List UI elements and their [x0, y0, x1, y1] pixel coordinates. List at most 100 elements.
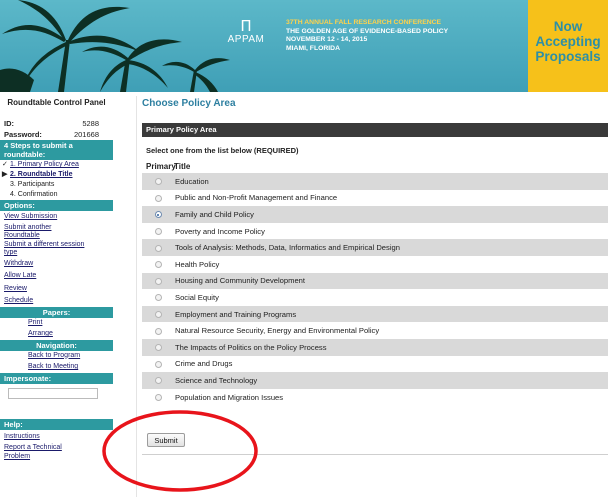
radio-cell — [142, 305, 174, 323]
policy-area-radio[interactable] — [154, 261, 162, 269]
policy-area-table: Education Public and Non-Profit Managemen… — [142, 173, 608, 406]
options-header: Options: — [0, 200, 113, 211]
policy-area-row[interactable]: Population and Migration Issues — [142, 388, 608, 406]
policy-area-label: The Impacts of Politics on the Policy Pr… — [174, 338, 608, 356]
policy-area-radio[interactable] — [154, 360, 162, 368]
submit-different-session-link[interactable]: Submit a different session type — [0, 241, 90, 258]
conference-dates: NOVEMBER 12 - 14, 2015 — [286, 36, 368, 43]
policy-area-radio[interactable] — [154, 394, 162, 402]
callout-line: Proposals — [535, 49, 601, 64]
papers-header: Papers: — [0, 306, 113, 318]
radio-cell — [142, 355, 174, 373]
page-title: Choose Policy Area — [142, 98, 236, 109]
callout-line: Accepting — [535, 34, 601, 49]
step-label-confirmation: 4. Confirmation — [10, 191, 58, 199]
password-row: Password: 201668 — [0, 129, 113, 140]
policy-area-row[interactable]: Poverty and Income Policy — [142, 222, 608, 240]
step-link-roundtable-title[interactable]: 2. Roundtable Title — [10, 170, 73, 180]
policy-area-label: Education — [174, 173, 608, 190]
policy-area-radio[interactable] — [154, 244, 162, 252]
policy-area-row[interactable]: Employment and Training Programs — [142, 305, 608, 323]
main-content: Choose Policy Area Primary Policy Area S… — [142, 96, 608, 497]
print-link[interactable]: Print — [0, 319, 113, 328]
password-value: 201668 — [73, 130, 99, 139]
policy-area-label: Housing and Community Development — [174, 272, 608, 290]
policy-area-label: Public and Non-Profit Management and Fin… — [174, 189, 608, 207]
policy-area-radio[interactable] — [154, 178, 162, 186]
step-item-roundtable-title[interactable]: ▶ 2. Roundtable Title — [0, 170, 113, 180]
policy-area-row[interactable]: Family and Child Policy — [142, 206, 608, 223]
back-to-program-link[interactable]: Back to Program — [0, 352, 113, 361]
withdraw-link[interactable]: Withdraw — [0, 260, 113, 269]
section-divider — [142, 454, 608, 455]
policy-area-label: Tools of Analysis: Methods, Data, Inform… — [174, 239, 608, 256]
radio-cell — [142, 189, 174, 207]
policy-area-row[interactable]: Crime and Drugs — [142, 355, 608, 373]
allow-late-link[interactable]: Allow Late — [0, 272, 113, 281]
step-item-confirmation: 4. Confirmation — [0, 190, 113, 200]
id-label: ID: — [4, 119, 14, 128]
policy-area-row[interactable]: Health Policy — [142, 255, 608, 273]
policy-area-radio[interactable] — [154, 228, 162, 236]
policy-area-radio[interactable] — [154, 344, 162, 352]
step-item-policy-area[interactable]: ✓ 1. Primary Policy Area — [0, 160, 113, 170]
id-value: 5288 — [82, 119, 99, 128]
schedule-link[interactable]: Schedule — [0, 297, 113, 306]
radio-cell — [142, 322, 174, 339]
radio-cell — [142, 239, 174, 256]
policy-area-row[interactable]: The Impacts of Politics on the Policy Pr… — [142, 338, 608, 356]
impersonate-input[interactable] — [8, 387, 98, 399]
policy-area-label: Natural Resource Security, Energy and En… — [174, 322, 608, 339]
policy-area-label: Crime and Drugs — [174, 355, 608, 373]
policy-area-radio[interactable] — [154, 277, 162, 285]
policy-area-row[interactable]: Tools of Analysis: Methods, Data, Inform… — [142, 239, 608, 256]
radio-cell — [142, 255, 174, 273]
panel-header: Primary Policy Area — [142, 123, 608, 137]
radio-cell — [142, 372, 174, 389]
instructions-link[interactable]: Instructions — [0, 433, 113, 442]
navigation-header: Navigation: — [0, 339, 113, 351]
policy-area-label: Science and Technology — [174, 372, 608, 389]
conference-info: 37TH ANNUAL FALL RESEARCH CONFERENCE THE… — [286, 19, 526, 53]
callout-line: Now — [553, 19, 583, 34]
id-row: ID: 5288 — [0, 118, 113, 129]
policy-area-radio[interactable] — [154, 294, 162, 302]
report-technical-problem-link[interactable]: Report a Technical Problem — [0, 444, 80, 461]
palm-trees-image — [0, 0, 230, 92]
column-title: Title — [174, 162, 191, 171]
current-step-arrow-icon: ▶ — [2, 171, 8, 179]
password-label: Password: — [4, 130, 42, 139]
policy-area-row[interactable]: Public and Non-Profit Management and Fin… — [142, 189, 608, 207]
radio-cell — [142, 222, 174, 240]
policy-area-row[interactable]: Science and Technology — [142, 372, 608, 389]
submit-button[interactable]: Submit — [147, 433, 185, 447]
appam-logo: Π APPAM — [226, 18, 266, 45]
arrange-link[interactable]: Arrange — [0, 330, 113, 339]
policy-area-row[interactable]: Education — [142, 173, 608, 190]
conference-title: 37TH ANNUAL FALL RESEARCH CONFERENCE — [286, 19, 442, 26]
radio-cell — [142, 338, 174, 356]
policy-area-radio[interactable] — [154, 377, 162, 385]
radio-cell — [142, 272, 174, 290]
policy-area-radio[interactable] — [154, 211, 162, 219]
policy-area-radio[interactable] — [154, 194, 162, 202]
policy-area-row[interactable]: Housing and Community Development — [142, 272, 608, 290]
policy-area-radio[interactable] — [154, 311, 162, 319]
column-divider — [136, 96, 137, 497]
submit-another-roundtable-link[interactable]: Submit another Roundtable — [0, 224, 80, 241]
back-to-meeting-link[interactable]: Back to Meeting — [0, 363, 113, 372]
accepting-proposals-callout: Now Accepting Proposals — [528, 0, 608, 92]
policy-area-radio[interactable] — [154, 327, 162, 335]
conference-location: MIAMI, FLORIDA — [286, 44, 340, 52]
policy-area-row[interactable]: Natural Resource Security, Energy and En… — [142, 322, 608, 339]
review-link[interactable]: Review — [0, 285, 113, 294]
policy-area-label: Family and Child Policy — [174, 206, 608, 223]
impersonate-header: Impersonate: — [0, 372, 113, 384]
policy-area-row[interactable]: Social Equity — [142, 289, 608, 306]
radio-cell — [142, 388, 174, 406]
step-link-policy-area[interactable]: 1. Primary Policy Area — [10, 160, 79, 170]
view-submission-link[interactable]: View Submission — [0, 213, 113, 222]
steps-header: 4 Steps to submit a roundtable: — [0, 140, 113, 160]
conference-theme: THE GOLDEN AGE OF EVIDENCE-BASED POLICY — [286, 27, 449, 35]
policy-area-label: Poverty and Income Policy — [174, 222, 608, 240]
